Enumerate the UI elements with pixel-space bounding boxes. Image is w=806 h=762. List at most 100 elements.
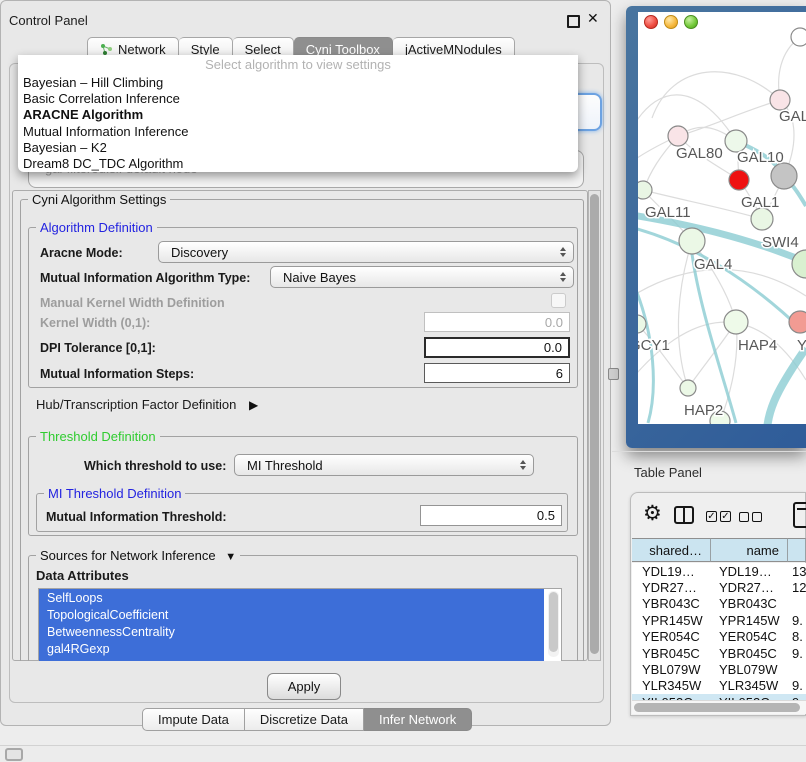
node[interactable] <box>771 163 797 189</box>
node-hap2[interactable] <box>680 380 696 396</box>
table-cell: YDR27… <box>711 580 788 595</box>
apply-button[interactable]: Apply <box>267 673 341 700</box>
threshold-definition-title: Threshold Definition <box>36 429 160 444</box>
bottom-tabbar: Impute DataDiscretize DataInfer Network <box>142 708 472 731</box>
node-hap4[interactable] <box>724 310 748 334</box>
algorithm-dropdown-list: Bayesian – Hill ClimbingBasic Correlatio… <box>18 74 578 172</box>
node-y[interactable] <box>789 311 806 333</box>
table-header[interactable]: shared…name <box>632 538 806 562</box>
node[interactable] <box>729 170 749 190</box>
cyni-settings-group-title: Cyni Algorithm Settings <box>28 192 170 207</box>
algorithm-option-dream8-dc-tdc-algorithm[interactable]: Dream8 DC_TDC Algorithm <box>18 155 578 171</box>
kernel-width-field[interactable]: 0.0 <box>424 312 570 332</box>
hub-section-label[interactable]: Hub/Transcription Factor Definition ▶ <box>36 397 258 412</box>
node-gal1[interactable] <box>751 208 773 230</box>
float-panel-icon[interactable] <box>567 15 580 28</box>
settings-vertical-scrollbar[interactable] <box>588 190 601 661</box>
node-gal11[interactable] <box>638 181 652 199</box>
table-cell: YDL19… <box>711 564 788 579</box>
manual-kernel-checkbox[interactable] <box>551 293 566 308</box>
mini-float-icon[interactable] <box>5 748 23 761</box>
data-attributes-list[interactable]: SelfLoopsTopologicalCoefficientBetweenne… <box>38 588 562 662</box>
mi-threshold-group-title: MI Threshold Definition <box>44 486 185 501</box>
network-nodes[interactable] <box>638 28 806 424</box>
tab-discretize-data[interactable]: Discretize Data <box>245 708 364 731</box>
list-scrollbar[interactable] <box>548 591 559 657</box>
scrollbar-thumb[interactable] <box>549 592 558 652</box>
node-label-hap4: HAP4 <box>738 337 777 354</box>
table-cell: 8. <box>788 629 806 644</box>
mi-type-combo[interactable]: Naive Bayes <box>270 266 574 288</box>
node-label-y: Y <box>797 337 806 354</box>
table-row[interactable]: YPR145WYPR145W9. <box>632 612 806 628</box>
mi-threshold-value: 0.5 <box>537 508 555 523</box>
node-label-gal4: GAL4 <box>694 256 732 273</box>
attribute-item-selfloops[interactable]: SelfLoops <box>39 589 544 606</box>
table-panel-title: Table Panel <box>634 465 702 480</box>
column-header-2[interactable] <box>788 538 806 562</box>
table-cell: YBR045C <box>632 646 711 661</box>
tab-infer-network[interactable]: Infer Network <box>364 708 472 731</box>
window-close-button[interactable] <box>644 15 658 29</box>
table-row[interactable]: YBR045CYBR045C9. <box>632 645 806 661</box>
attribute-item-betweennesscentrality[interactable]: BetweennessCentrality <box>39 623 544 640</box>
node-label-gal11: GAL11 <box>645 204 691 221</box>
attribute-item-topologicalcoefficient[interactable]: TopologicalCoefficient <box>39 606 544 623</box>
table-row[interactable]: YDL19…YDL19…13 <box>632 563 806 579</box>
algorithm-option-aracne-algorithm[interactable]: ARACNE Algorithm <box>18 107 578 123</box>
select-all-icon[interactable]: ✓ ✓ <box>706 511 731 522</box>
which-threshold-label: Which threshold to use: <box>84 459 226 473</box>
column-header-shared[interactable]: shared… <box>632 538 711 562</box>
window-minimize-button[interactable] <box>664 15 678 29</box>
aracne-mode-combo[interactable]: Discovery <box>158 241 574 263</box>
checked-box-icon: ✓ <box>720 511 731 522</box>
table-row[interactable]: YER054CYER054C8. <box>632 629 806 645</box>
scrollbar-thumb[interactable] <box>634 703 800 712</box>
expand-down-icon[interactable]: ▼ <box>225 551 236 563</box>
algorithm-option-basic-correlation-inference[interactable]: Basic Correlation Inference <box>18 90 578 106</box>
mi-threshold-field[interactable]: 0.5 <box>420 505 562 526</box>
table-cell: YPR145W <box>632 613 711 628</box>
table-cell: YER054C <box>632 629 711 644</box>
close-icon[interactable]: ✕ <box>587 10 599 27</box>
table-horizontal-scrollbar[interactable] <box>632 700 806 714</box>
which-threshold-combo[interactable]: MI Threshold <box>234 454 534 476</box>
column-header-name[interactable]: name <box>711 538 788 562</box>
node-label-gal80: GAL80 <box>676 145 723 162</box>
control-panel-title: Control Panel <box>9 13 88 28</box>
table-rows[interactable]: YDL19…YDL19…13YDR27…YDR27…12YBR043CYBR04… <box>632 563 806 700</box>
algorithm-dropdown-hint: Select algorithm to view settings <box>18 55 578 74</box>
node-gal[interactable] <box>770 90 790 110</box>
algorithm-option-mutual-information-inference[interactable]: Mutual Information Inference <box>18 123 578 139</box>
node[interactable] <box>791 28 806 46</box>
node-gal4[interactable] <box>679 228 705 254</box>
columns-icon[interactable] <box>674 506 694 524</box>
table-row[interactable]: YLR345WYLR345W9. <box>632 678 806 694</box>
scrollbar-thumb[interactable] <box>590 194 599 654</box>
table-mode-icon[interactable] <box>793 502 806 528</box>
mi-steps-field[interactable]: 6 <box>424 363 570 383</box>
node-gal80[interactable] <box>668 126 688 146</box>
splitter-handle[interactable] <box>608 368 619 380</box>
window-zoom-button[interactable] <box>684 15 698 29</box>
unchecked-box-icon <box>739 512 749 522</box>
stepper-icon <box>560 242 566 262</box>
mi-threshold-label: Mutual Information Threshold: <box>46 510 227 524</box>
mi-type-value: Naive Bayes <box>283 270 356 285</box>
deselect-all-icon[interactable] <box>739 512 762 522</box>
table-row[interactable]: YBR043CYBR043C <box>632 596 806 612</box>
table-row[interactable]: YBL079WYBL079W <box>632 661 806 677</box>
attribute-item-gal4rgexp[interactable]: gal4RGexp <box>39 640 544 657</box>
expand-right-icon[interactable]: ▶ <box>249 398 258 412</box>
network-canvas[interactable]: GALGAL80GAL10GAL1GAL11GAL4SWI4GCY1HAP4YH… <box>638 12 806 424</box>
dpi-tolerance-field[interactable]: 0.0 <box>424 337 570 358</box>
tab-impute-data[interactable]: Impute Data <box>142 708 245 731</box>
dpi-tolerance-label: DPI Tolerance [0,1]: <box>40 341 156 355</box>
kernel-width-label: Kernel Width (0,1): <box>40 316 150 330</box>
algorithm-option-bayesian-hill-climbing[interactable]: Bayesian – Hill Climbing <box>18 74 578 90</box>
bottom-strip <box>0 745 806 762</box>
table-row[interactable]: YDR27…YDR27…12 <box>632 579 806 595</box>
gear-icon[interactable]: ⚙ <box>643 503 662 524</box>
algorithm-option-bayesian-k2[interactable]: Bayesian – K2 <box>18 139 578 155</box>
algorithm-dropdown: Select algorithm to view settings Bayesi… <box>18 55 578 172</box>
